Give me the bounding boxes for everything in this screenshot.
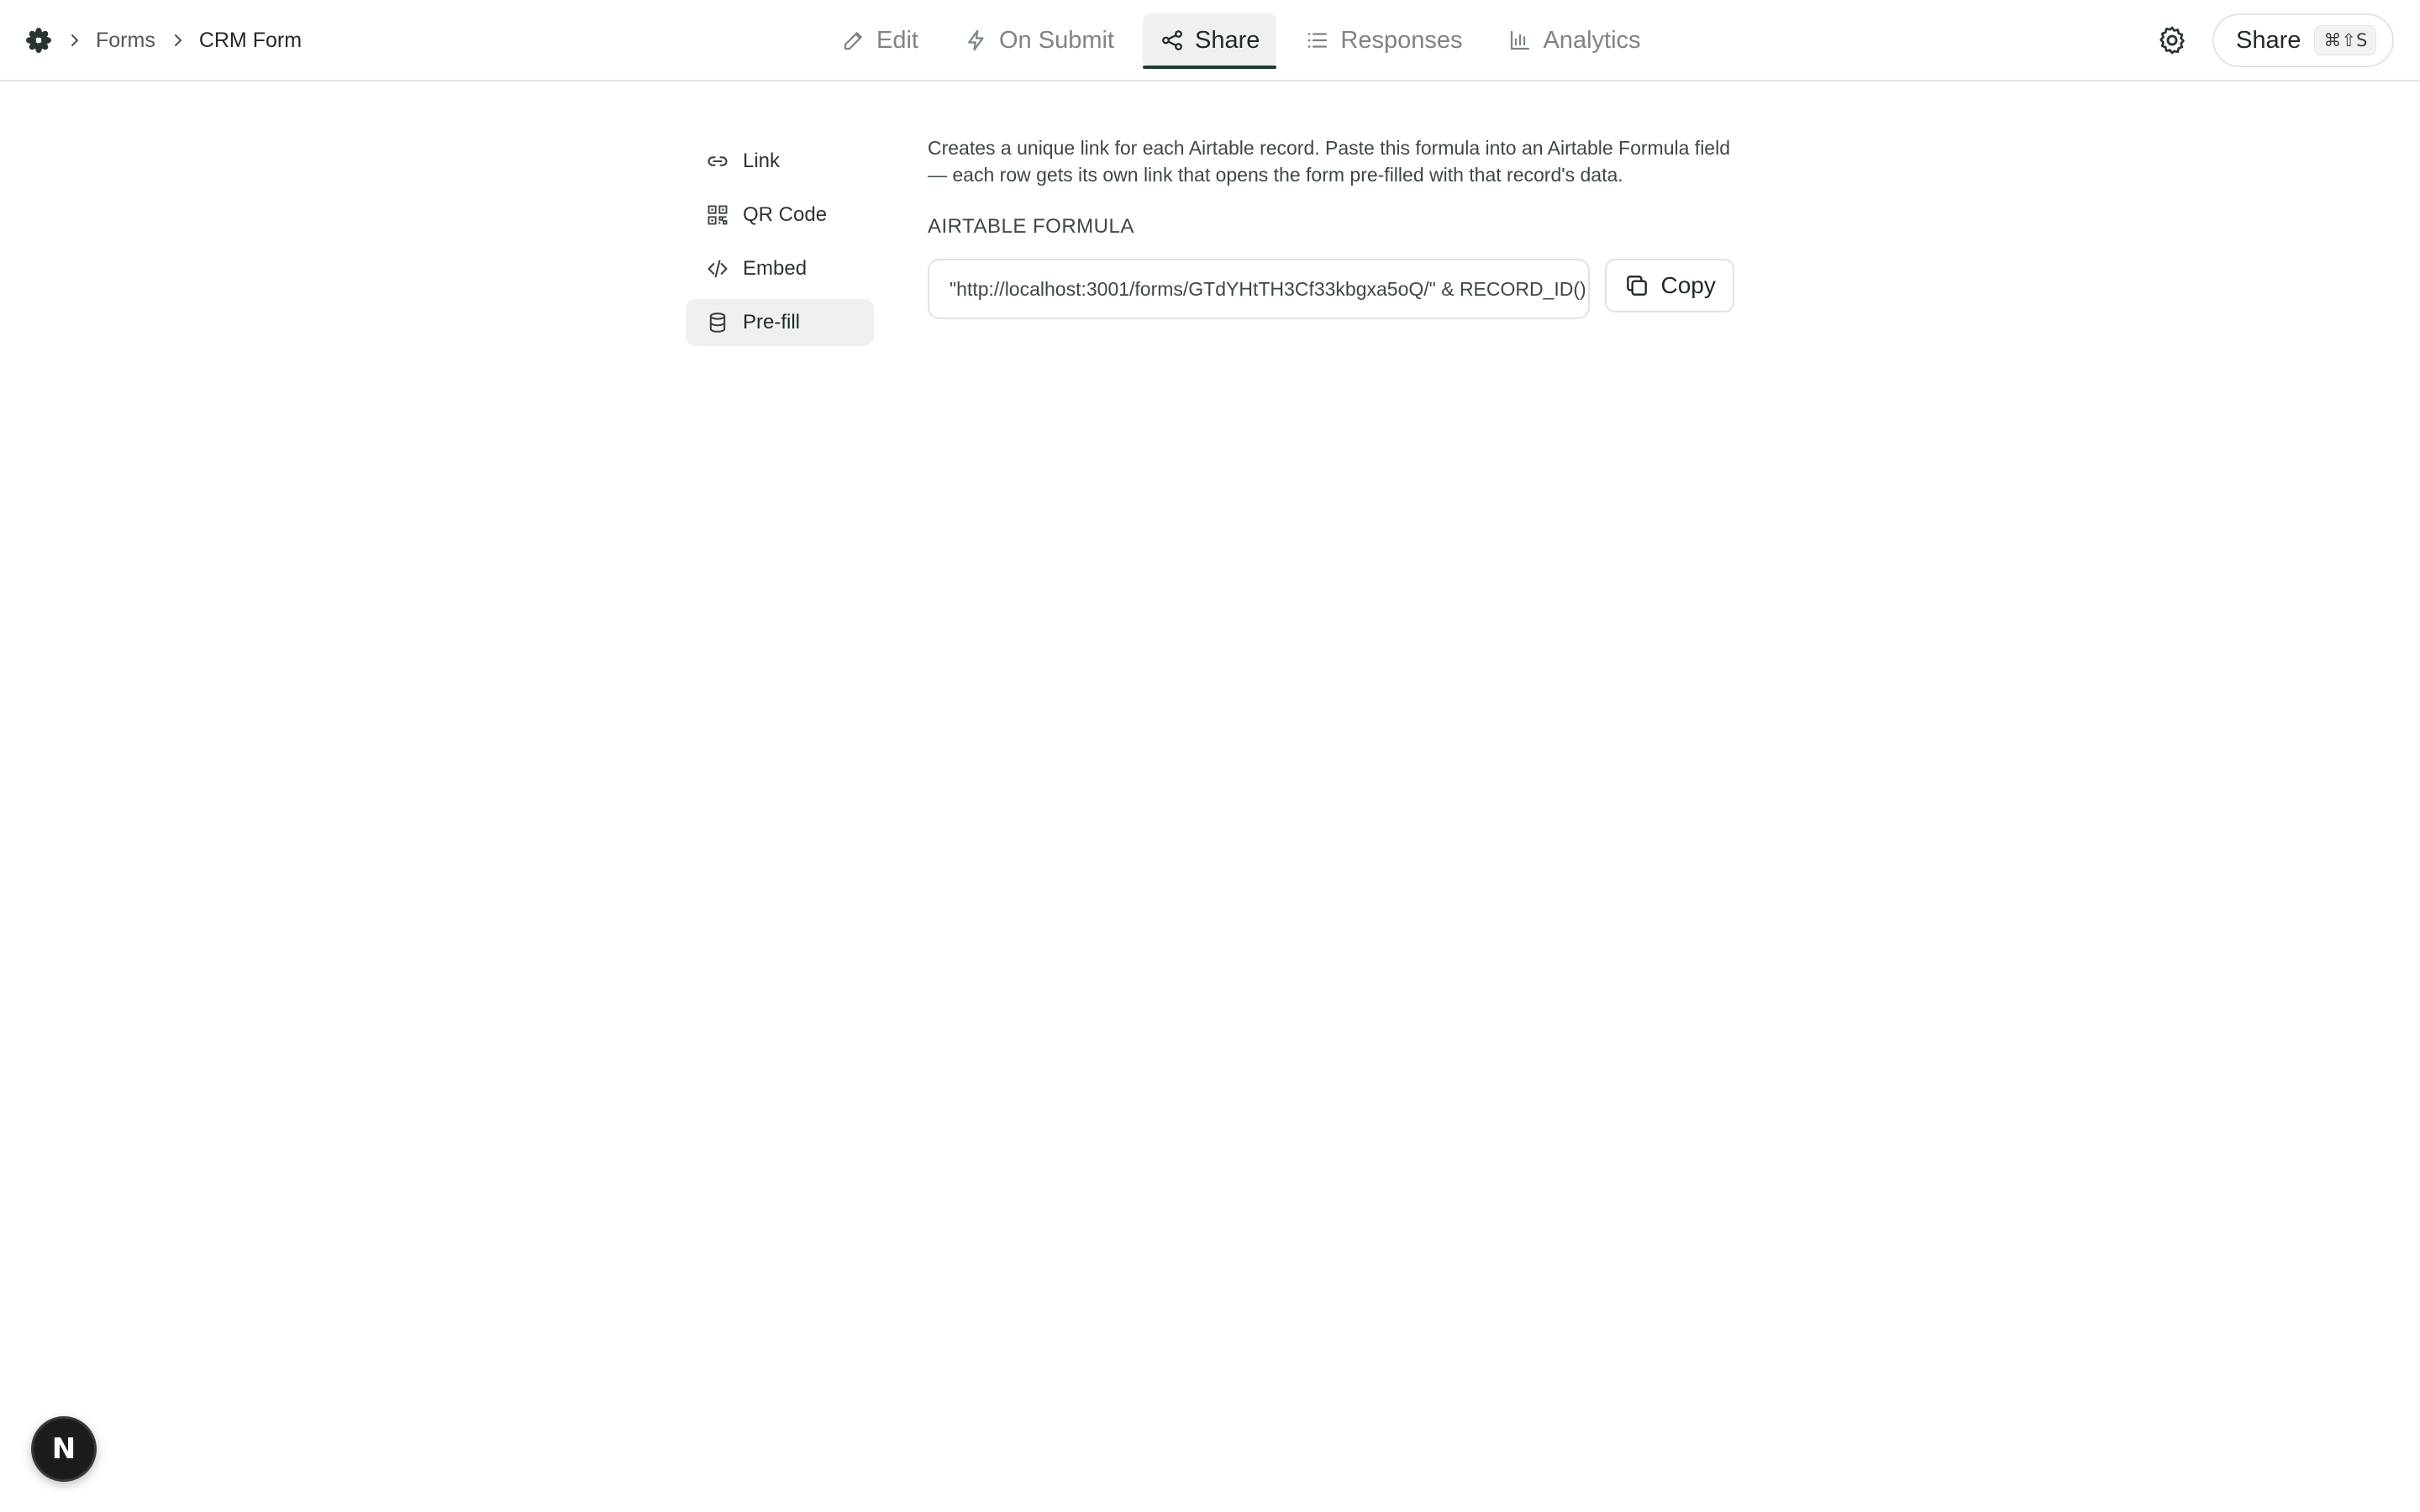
link-icon <box>708 156 728 166</box>
main-tabs: Edit On Submit Share Responses Analytics <box>824 13 1658 69</box>
sidebar-item-label: Link <box>743 150 781 172</box>
sidebar-item-label: QR Code <box>743 203 828 226</box>
tab-label: On Submit <box>998 26 1114 54</box>
sidebar-item-embed[interactable]: Embed <box>686 245 874 292</box>
keyboard-shortcut-badge: ⌘⇧S <box>2314 25 2377 55</box>
qr-code-icon <box>708 205 728 225</box>
share-button[interactable]: Share ⌘⇧S <box>2212 13 2394 67</box>
copy-button[interactable]: Copy <box>1605 259 1734 312</box>
section-label: AIRTABLE FORMULA <box>928 215 1134 238</box>
tab-label: Responses <box>1340 26 1463 54</box>
breadcrumb-forms[interactable]: Forms <box>96 29 155 53</box>
tab-label: Edit <box>876 26 918 54</box>
pencil-icon <box>844 32 862 50</box>
tab-label: Share <box>1194 26 1260 54</box>
code-icon <box>708 260 728 278</box>
breadcrumb-crm-form[interactable]: CRM Form <box>199 29 302 53</box>
list-icon <box>1308 33 1328 48</box>
tab-label: Analytics <box>1543 26 1641 54</box>
badge-letter: N <box>51 1432 76 1466</box>
breadcrumb: Forms CRM Form <box>64 25 302 55</box>
database-icon <box>709 312 726 333</box>
chevron-right-icon <box>66 31 84 50</box>
copy-icon <box>1627 276 1648 296</box>
next-dev-badge[interactable]: N <box>31 1416 97 1482</box>
sidebar-item-link[interactable]: Link <box>686 138 874 185</box>
sidebar-item-qr-code[interactable]: QR Code <box>686 192 874 239</box>
tab-on-submit[interactable]: On Submit <box>947 13 1131 67</box>
share-icon <box>1162 30 1182 50</box>
share-sidebar: Link QR Code Embed Pre-fill <box>686 138 874 353</box>
lightning-icon <box>968 29 984 51</box>
tab-share[interactable]: Share <box>1142 13 1277 69</box>
sidebar-item-pre-fill[interactable]: Pre-fill <box>686 299 874 346</box>
tab-analytics[interactable]: Analytics <box>1491 13 1657 67</box>
settings-gear-icon[interactable] <box>2156 24 2188 56</box>
formula-row: "http://localhost:3001/forms/GTdYHtTH3Cf… <box>928 259 1734 319</box>
tab-responses[interactable]: Responses <box>1288 13 1479 67</box>
sidebar-item-label: Embed <box>743 257 808 280</box>
top-header: Forms CRM Form Edit On Submit Share Resp… <box>0 0 2420 81</box>
copy-button-label: Copy <box>1660 272 1716 298</box>
chevron-right-icon <box>169 31 187 50</box>
pre-fill-description: Creates a unique link for each Airtable … <box>928 137 1730 186</box>
share-button-label: Share <box>2236 26 2302 54</box>
app-logo-icon[interactable] <box>25 27 52 54</box>
pre-fill-panel: Creates a unique link for each Airtable … <box>928 134 1734 319</box>
sidebar-item-label: Pre-fill <box>743 311 801 333</box>
tab-edit[interactable]: Edit <box>824 13 935 67</box>
bar-chart-icon <box>1511 30 1530 50</box>
airtable-formula-field[interactable]: "http://localhost:3001/forms/GTdYHtTH3Cf… <box>928 259 1591 319</box>
